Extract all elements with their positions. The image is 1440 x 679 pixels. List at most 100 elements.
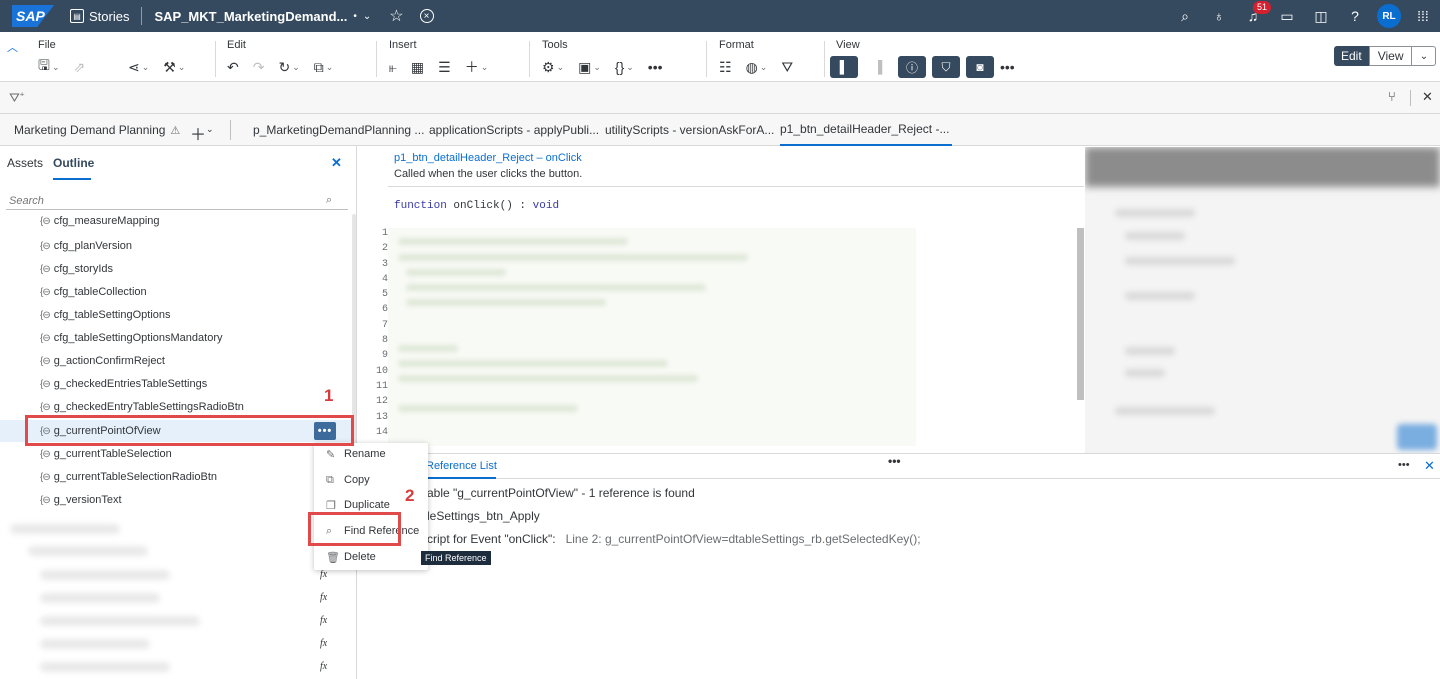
add-page-chevron-icon[interactable]: ⌄ [206,124,214,135]
list-item[interactable]: {⊖ g_checkedEntryTableSettingsRadioBtn [40,397,244,417]
notifications-badge: 51 [1253,1,1272,14]
copy-paste-icon[interactable]: ⧉ ⌄ [314,59,334,76]
variable-icon: {⊖ [40,355,51,367]
search-input[interactable] [6,194,326,207]
reference-summary: able "g_currentPointOfView" - 1 referenc… [427,486,695,500]
variable-icon: {⊖ [40,471,51,483]
tab-marketing-demand-planning[interactable]: Marketing Demand Planning ⚠ [14,114,180,146]
tools-wrench-icon[interactable]: ⚒ ⌄ [163,59,185,76]
lightbulb-icon[interactable]: ♁ [1202,0,1236,32]
list-item[interactable]: {⊖ g_checkedEntriesTableSettings [40,374,207,394]
format-page-icon[interactable]: ☷ [719,59,732,76]
close-story-icon[interactable]: × [419,9,434,23]
info-icon[interactable]: ⓘ [898,56,926,78]
function-icon: fx [320,638,328,649]
chevron-down-icon[interactable]: ⌄ [363,11,371,22]
reference-event[interactable]: cript for Event "onClick": Line 2: g_cur… [427,532,921,546]
planning-icon[interactable]: ▣ ⌄ [578,59,601,76]
stories-link[interactable]: Stories [89,9,129,24]
toolbar-group-insert: Insert ⫦ ▦ ☰ ＋ ⌄ [389,39,492,79]
tab-reference-list[interactable]: Reference List [426,460,497,472]
add-filter-icon[interactable]: ⛛⁺ [9,90,24,106]
list-item[interactable]: {⊖ g_versionText [40,490,122,510]
discussions-icon[interactable]: ▭ [1270,0,1304,32]
styling-icon[interactable]: ⛛ [781,59,793,76]
help-icon[interactable]: ? [1338,0,1372,32]
list-item[interactable]: {⊖ g_actionConfirmReject [40,351,165,371]
insert-table-icon[interactable]: ▦ [411,59,424,76]
notifications-bell-icon[interactable]: ♫ 51 [1236,0,1272,32]
favorite-star-icon[interactable]: ☆ [389,6,403,26]
branch-icon[interactable]: ⑂ [1388,89,1396,104]
close-icon[interactable]: ✕ [1424,458,1435,474]
search-icon[interactable]: ⌕ [1168,0,1202,32]
script-braces-icon[interactable]: {} ⌄ [615,59,634,75]
tab-utility-scripts[interactable]: utilityScripts - versionAskForA... [605,114,774,146]
reference-widget[interactable]: leSettings_btn_Apply [427,509,540,523]
delete-menu-item[interactable]: 🗑 Delete [314,545,428,569]
resize-grip-icon[interactable]: ••• [888,454,901,468]
more-tools-icon[interactable]: ••• [648,59,663,75]
edit-mode-button[interactable]: Edit [1334,46,1369,66]
feedback-icon[interactable]: ◫ [1304,0,1338,32]
variable-icon: {⊖ [40,309,51,321]
insert-input-control-icon[interactable]: ☰ [438,59,451,76]
more-view-icon[interactable]: ••• [1000,59,1015,75]
outline-panel: Assets Outline ✕ ⌕ {⊖cfg_measureMapping … [0,146,357,679]
list-item[interactable]: {⊖ cfg_tableSettingOptionsMandatory [40,328,223,348]
share-icon[interactable]: ⋖ ⌄ [128,59,149,76]
list-item[interactable]: {⊖ cfg_measureMapping [40,214,160,228]
variable-icon: {⊖ [40,448,51,460]
list-item[interactable]: {⊖ cfg_planVersion [40,236,132,256]
list-item[interactable]: {⊖ g_currentTableSelection [40,444,172,464]
left-panel-toggle-icon[interactable]: ▌ [830,56,858,78]
calculation-icon[interactable]: ⚙ ⌄ [542,59,564,76]
more-options-icon[interactable]: ••• [1398,459,1410,471]
add-page-icon[interactable]: ＋ [190,121,206,145]
line-number-gutter: 1 2 3 4 5 6 7 8 9 10 11 12 13 14 [375,228,388,438]
tab-bar: Marketing Demand Planning ⚠ ＋ ⌄ p_Market… [0,114,1440,146]
list-item[interactable]: {⊖ cfg_storyIds [40,259,113,279]
export-icon: ⇗ [73,58,86,75]
right-panel-toggle-icon[interactable]: ▐ [864,56,892,78]
sap-logo[interactable]: SAP [12,5,54,27]
view-mode-button[interactable]: View [1368,46,1413,66]
collapse-toolbar-icon[interactable]: ︿ [7,39,18,55]
story-title[interactable]: SAP_MKT_MarketingDemand... [154,9,347,24]
app-grid-icon[interactable]: ⁞⁞⁞ [1406,0,1440,32]
mode-chevron-down-icon[interactable]: ⌄ [1412,46,1437,66]
add-icon[interactable]: ＋ ⌄ [465,57,489,77]
comment-mode-icon[interactable]: ◙ [966,56,994,78]
theme-palette-icon[interactable]: ◍ ⌄ [746,59,768,76]
list-item[interactable]: {⊖ cfg_tableCollection [40,282,147,302]
variable-icon: {⊖ [40,401,51,413]
tab-assets[interactable]: Assets [7,156,43,170]
close-filter-bar-icon[interactable]: ✕ [1422,89,1433,105]
avatar[interactable]: RL [1377,4,1401,28]
list-item[interactable]: {⊖ g_currentTableSelectionRadioBtn [40,467,217,487]
function-signature: function onClick() : void [394,200,560,212]
stories-icon[interactable]: ▤ [70,9,84,23]
save-icon[interactable]: 🖫 ⌄ [38,55,59,79]
tab-outline[interactable]: Outline [53,156,94,170]
close-panel-icon[interactable]: ✕ [331,155,342,171]
editor-scrollbar[interactable] [1077,228,1084,400]
script-editor-header: p1_btn_detailHeader_Reject – onClick Cal… [388,147,1084,187]
toolbar-group-tools: Tools ⚙ ⌄ ▣ ⌄ {} ⌄ ••• [542,39,667,79]
variable-icon: {⊖ [40,263,51,275]
variable-icon: {⊖ [40,240,51,252]
blurred-row [40,639,150,649]
tab-p1-btn-detail-header-reject[interactable]: p1_btn_detailHeader_Reject -... [780,114,953,146]
code-editor[interactable] [388,228,916,446]
reference-list-header: Reference List ••• ••• ✕ [357,453,1440,479]
list-item[interactable]: {⊖ cfg_tableSettingOptions [40,305,171,325]
undo-icon[interactable]: ↶ [227,59,239,76]
tab-p-marketing-demand-planning[interactable]: p_MarketingDemandPlanning ... [253,114,424,146]
script-title: p1_btn_detailHeader_Reject – onClick [394,152,582,164]
toolbar-group-format: Format ☷ ◍ ⌄ ⛛ [719,39,797,79]
search-icon[interactable]: ⌕ [326,194,332,207]
refresh-icon[interactable]: ↻ ⌄ [278,59,299,76]
tab-application-scripts[interactable]: applicationScripts - applyPubli... [429,114,599,146]
filter-icon[interactable]: ⛉ [932,56,960,78]
insert-chart-icon[interactable]: ⫦ [389,59,397,76]
